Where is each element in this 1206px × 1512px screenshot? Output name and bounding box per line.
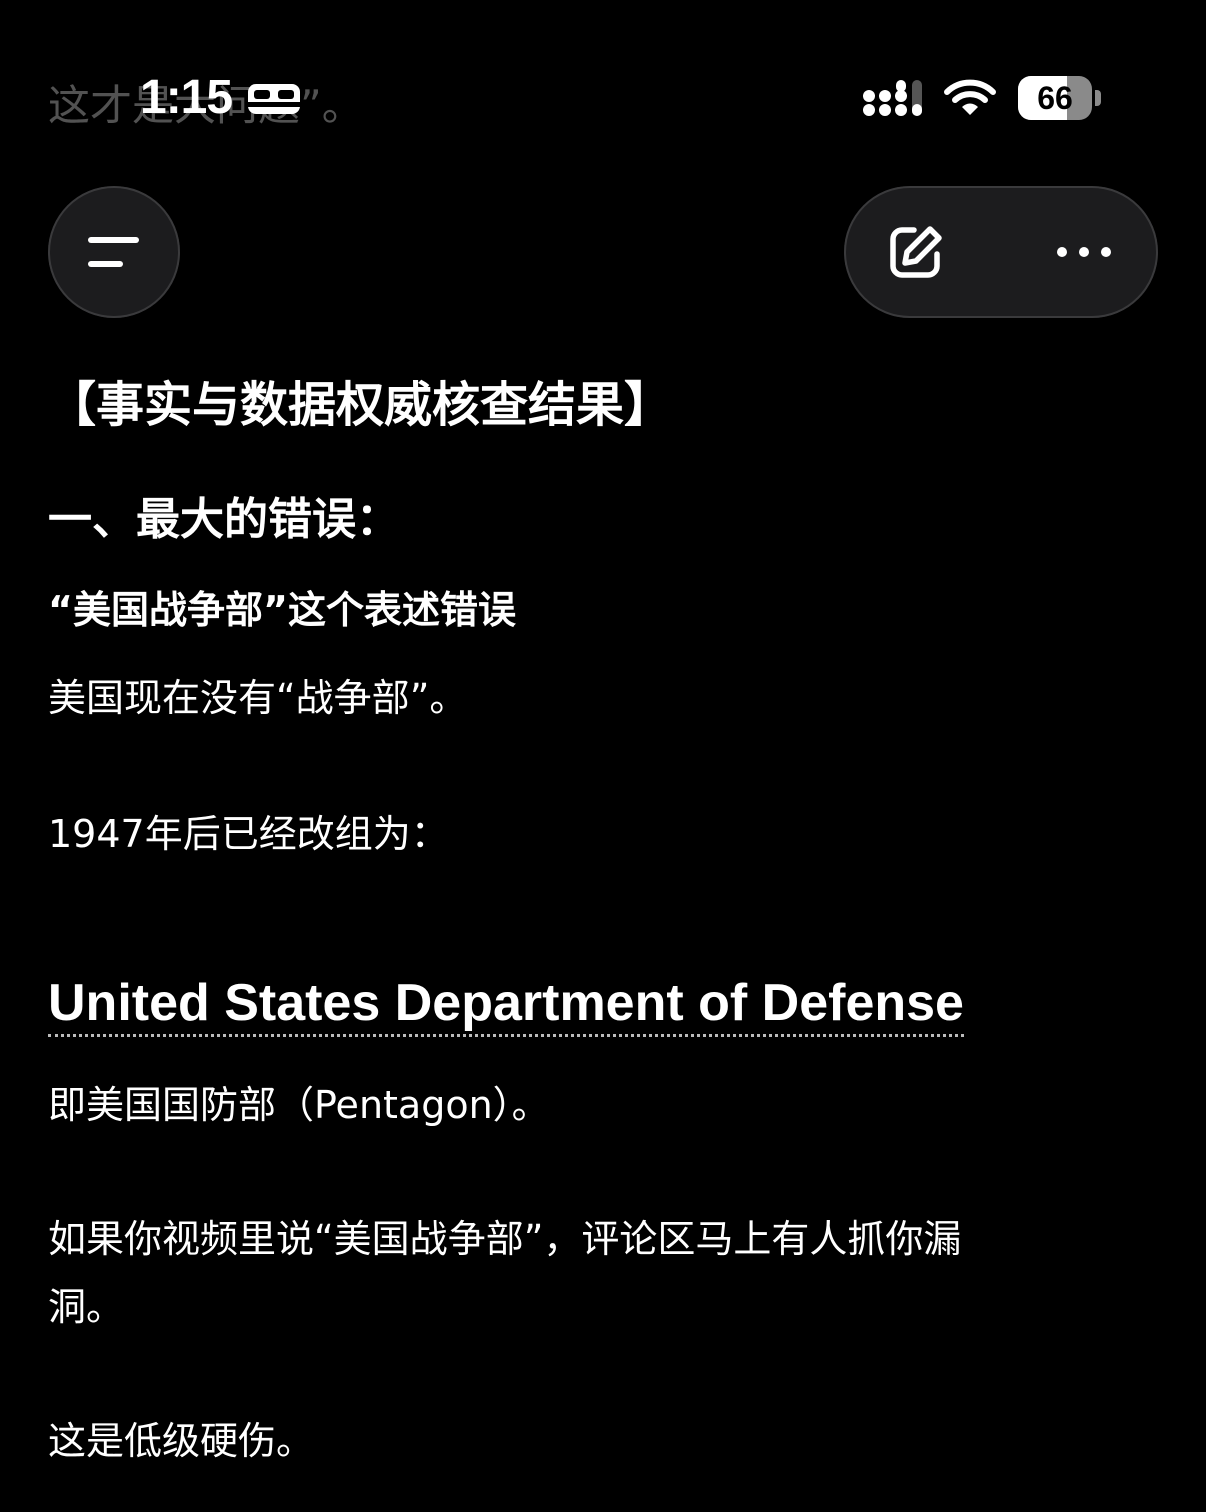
status-time: 1:15	[140, 71, 233, 124]
battery-body: 66	[1018, 76, 1092, 120]
cellular-signal-icon	[863, 80, 922, 116]
more-options-button[interactable]	[1032, 202, 1136, 302]
menu-lines-icon	[88, 237, 139, 267]
paragraph: 这是低级硬伤。	[48, 1419, 315, 1463]
compose-icon	[890, 226, 942, 278]
compose-button[interactable]	[864, 202, 968, 302]
status-bar: 1:15 66	[0, 0, 1206, 150]
section-title: 一、最大的错误：	[48, 494, 400, 545]
subsection-title: “美国战争部”这个表述错误	[48, 588, 516, 632]
menu-button[interactable]	[48, 186, 180, 318]
message-content: 【事实与数据权威核查结果】 一、最大的错误： “美国战争部”这个表述错误 美国现…	[48, 370, 1148, 1475]
paragraph: 美国现在没有“战争部”。	[48, 676, 468, 720]
paragraph: 即美国国防部（Pentagon）。	[48, 1083, 550, 1127]
battery-indicator: 66	[1018, 76, 1102, 120]
sleep-focus-icon	[246, 84, 302, 114]
fact-check-heading: 【事实与数据权威核查结果】	[48, 377, 673, 433]
paragraph: 如果你视频里说“美国战争部”，评论区马上有人抓你漏洞。	[48, 1217, 962, 1329]
paragraph: 1947年后已经改组为：	[48, 812, 449, 856]
wifi-icon	[944, 79, 996, 115]
battery-percent-label: 66	[1037, 80, 1073, 116]
battery-cap	[1095, 90, 1101, 106]
ellipsis-icon	[1057, 247, 1111, 257]
entity-link[interactable]: United States Department of Defense	[48, 972, 964, 1037]
action-pill	[844, 186, 1158, 318]
